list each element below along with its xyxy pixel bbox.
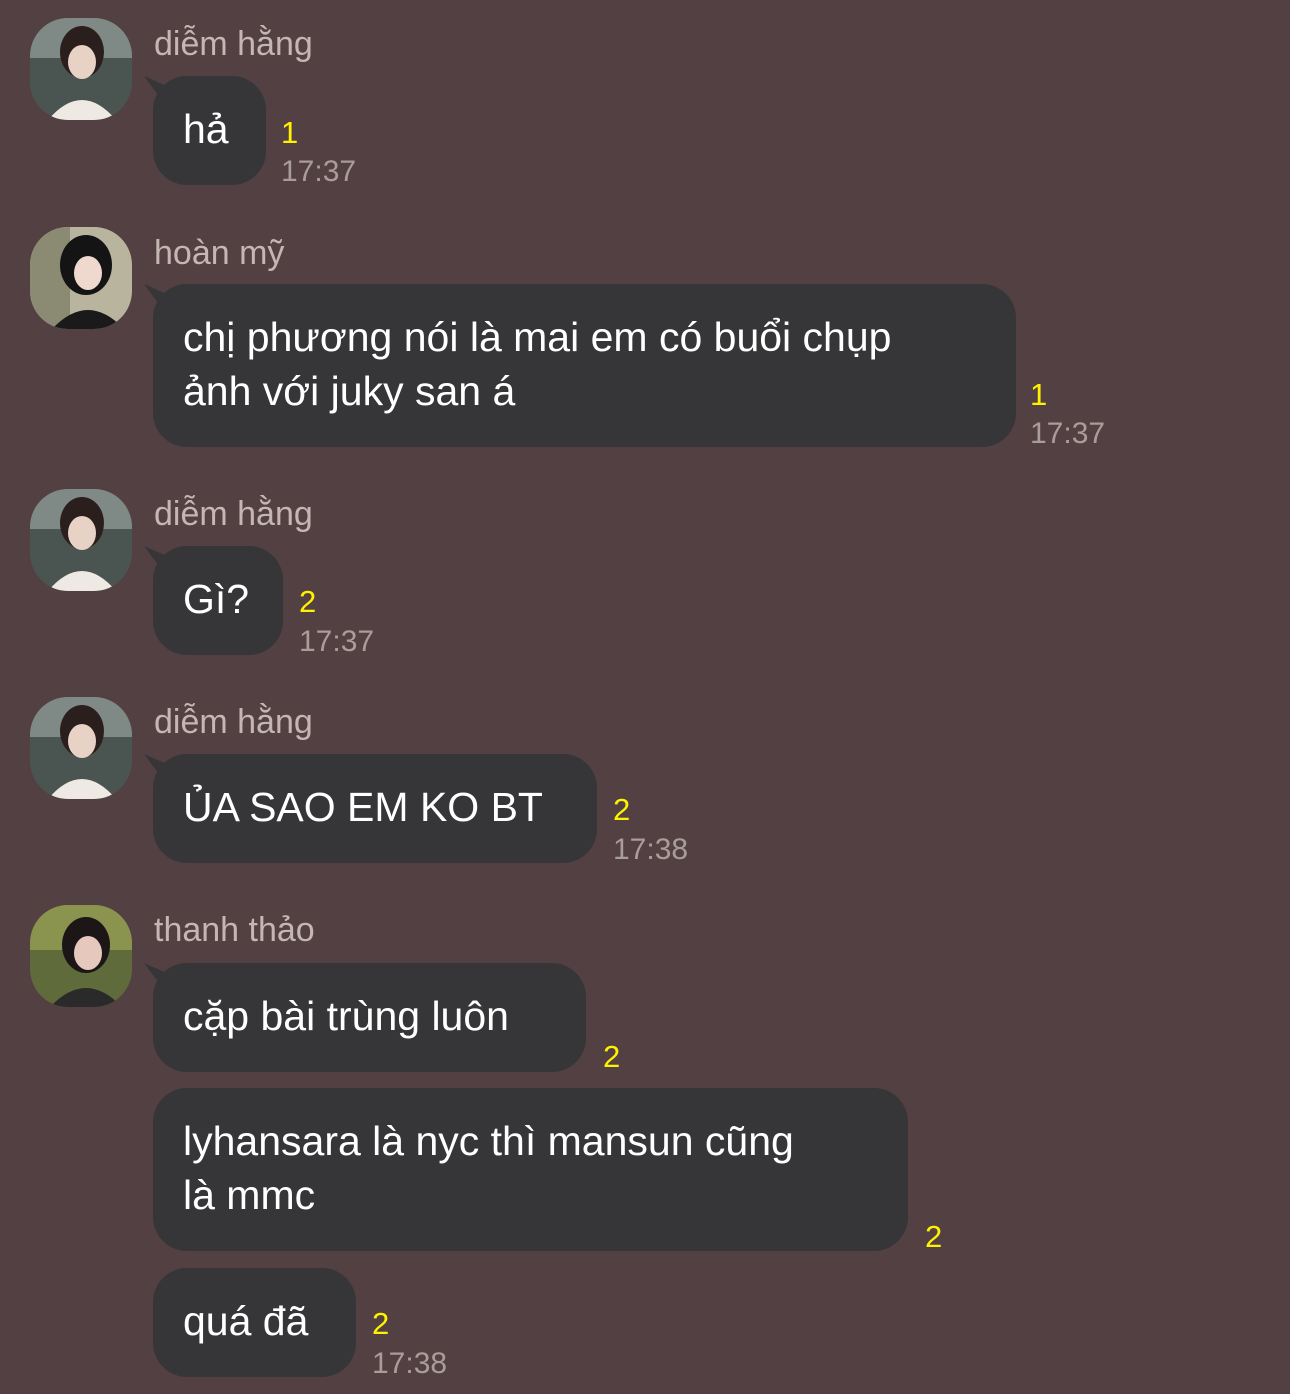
avatar[interactable] [30,18,132,120]
user-avatar-icon [30,905,132,1007]
message-time: 17:38 [372,1347,448,1380]
user-avatar-icon [30,227,132,329]
unread-count: 1 [281,115,299,150]
message-text: hả [183,106,229,152]
message-bubble[interactable]: ỦA SAO EM KO BT [153,754,597,863]
avatar[interactable] [30,905,132,1007]
message-text-line: là mmc [183,1172,316,1218]
message-time: 17:37 [299,625,375,658]
message-bubble[interactable]: cặp bài trùng luôn [153,963,586,1072]
message-text-line: chị phương nói là mai em có buổi chụp [183,314,892,360]
message-bubble[interactable]: quá đã [153,1268,356,1377]
user-avatar-icon [30,489,132,591]
user-avatar-icon [30,18,132,120]
unread-count: 2 [299,584,317,619]
unread-count: 2 [372,1306,390,1341]
message-text: quá đã [183,1298,309,1344]
unread-count: 1 [1030,377,1048,412]
message-time: 17:37 [281,155,357,188]
sender-name: diễm hằng [154,703,313,741]
message-text-line: lyhansara là nyc thì mansun cũng [183,1118,794,1164]
unread-count: 2 [925,1219,943,1254]
user-avatar-icon [30,697,132,799]
sender-name: thanh thảo [154,911,315,949]
unread-count: 2 [613,792,631,827]
avatar[interactable] [30,489,132,591]
message-text: ỦA SAO EM KO BT [183,784,543,830]
message-bubble[interactable]: chị phương nói là mai em có buổi chụp ản… [153,284,1016,447]
message-bubble[interactable]: lyhansara là nyc thì mansun cũng là mmc [153,1088,908,1251]
unread-count: 2 [603,1039,621,1074]
sender-name: diễm hằng [154,25,313,63]
message-bubble[interactable]: hả [153,76,266,185]
message-time: 17:38 [613,833,689,866]
avatar[interactable] [30,227,132,329]
message-text: Gì? [183,576,250,622]
message-time: 17:37 [1030,417,1106,450]
sender-name: diễm hằng [154,495,313,533]
message-text: cặp bài trùng luôn [183,993,509,1039]
message-text-line: ảnh với juky san á [183,368,516,414]
avatar[interactable] [30,697,132,799]
sender-name: hoàn mỹ [154,234,285,272]
message-bubble[interactable]: Gì? [153,546,283,655]
